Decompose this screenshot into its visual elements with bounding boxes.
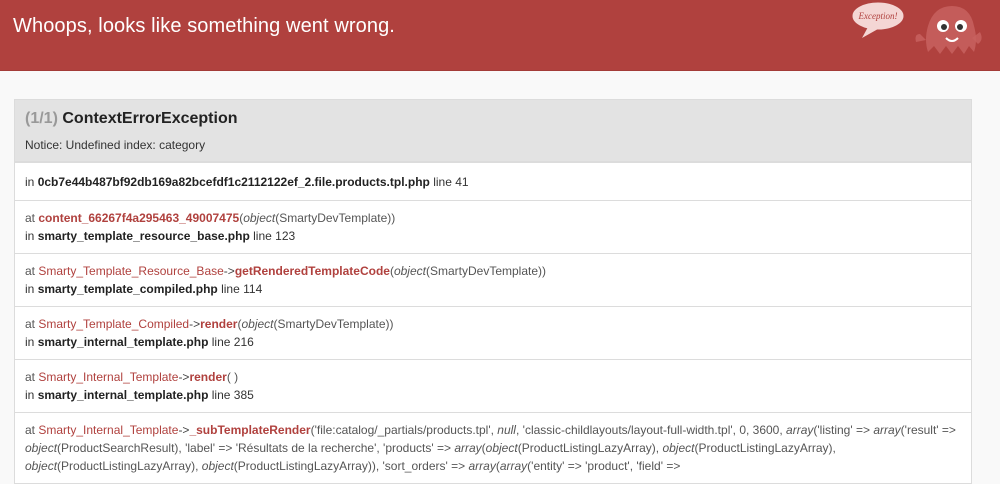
trace-call: at content_66267f4a295463_49007475(objec… xyxy=(25,209,961,227)
args-keyword: object xyxy=(201,459,234,473)
args-close: ) xyxy=(542,264,547,278)
exception-message: Notice: Undefined index: category xyxy=(25,138,206,152)
in-label: in xyxy=(25,229,35,243)
arrow-operator: -> xyxy=(189,317,201,331)
trace-function[interactable]: _subTemplateRender xyxy=(189,423,310,437)
at-label: at xyxy=(25,264,36,278)
trace-location: in smarty_internal_template.php line 216 xyxy=(25,333,961,351)
trace-function[interactable]: content_66267f4a295463_49007475 xyxy=(38,211,239,225)
args-empty: ( ) xyxy=(226,370,239,384)
args-close: ) xyxy=(391,211,396,225)
trace-row: at Smarty_Internal_Template->render( ) i… xyxy=(15,359,971,412)
arrow-operator: -> xyxy=(178,423,190,437)
args-keyword: array xyxy=(786,423,814,437)
arg-class: (SmartyDevTemplate) xyxy=(425,264,543,278)
trace-row: at Smarty_Template_Resource_Base->getRen… xyxy=(15,253,971,306)
at-label: at xyxy=(25,317,36,331)
arg-type: object xyxy=(393,264,426,278)
at-label: at xyxy=(25,211,36,225)
speech-bubble-icon: Exception! xyxy=(851,1,905,38)
arrow-operator: -> xyxy=(223,264,235,278)
args-keyword: object xyxy=(662,441,695,455)
ghost-icon: Exception! xyxy=(851,1,982,54)
ghost-body xyxy=(915,6,982,54)
trace-row: at Smarty_Internal_Template->_subTemplat… xyxy=(15,412,971,483)
trace-line: line 216 xyxy=(211,335,254,349)
trace-class[interactable]: Smarty_Template_Compiled xyxy=(38,317,189,331)
exception-class: ContextErrorException xyxy=(62,110,238,127)
trace-row: at content_66267f4a295463_49007475(objec… xyxy=(15,200,971,253)
args-text: ('entity' => 'product', 'field' => xyxy=(527,459,681,473)
trace-class[interactable]: Smarty_Template_Resource_Base xyxy=(38,264,223,278)
trace-call: at Smarty_Internal_Template->_subTemplat… xyxy=(25,421,961,475)
at-label: at xyxy=(25,423,36,437)
trace-file: 0cb7e44b487bf92db169a82bcefdf1c2112122ef… xyxy=(37,175,430,189)
exception-count: (1/1) xyxy=(25,110,58,127)
args-keyword: object xyxy=(25,441,58,455)
trace-line: line 123 xyxy=(253,229,296,243)
args-text: (ProductSearchResult), 'label' => 'Résul… xyxy=(57,441,455,455)
args-text: (ProductListingLazyArray), xyxy=(694,441,836,455)
trace-location: in smarty_internal_template.php line 385 xyxy=(25,386,961,404)
trace-call: at Smarty_Template_Compiled->render(obje… xyxy=(25,315,961,333)
trace-file: smarty_internal_template.php xyxy=(37,335,209,349)
args-text: ('result' => xyxy=(900,423,956,437)
trace-row: at Smarty_Template_Compiled->render(obje… xyxy=(15,306,971,359)
arg-class: (SmartyDevTemplate) xyxy=(273,317,390,331)
arrow-operator: -> xyxy=(178,370,190,384)
trace-class[interactable]: Smarty_Internal_Template xyxy=(38,423,178,437)
exception-block: (1/1) ContextErrorException Notice: Unde… xyxy=(14,99,972,484)
args-keyword: null xyxy=(497,423,516,437)
exception-container: (1/1) ContextErrorException Notice: Unde… xyxy=(0,71,1000,484)
args-text: ('listing' => xyxy=(813,423,870,437)
in-label: in xyxy=(25,388,35,402)
trace-location: in smarty_template_compiled.php line 114 xyxy=(25,280,961,298)
args-keyword: array xyxy=(468,459,496,473)
args-text: (ProductListingLazyArray)), 'sort_orders… xyxy=(233,459,469,473)
page-title: Whoops, looks like something went wrong. xyxy=(13,15,395,37)
args-keyword: array xyxy=(873,423,901,437)
at-label: at xyxy=(25,370,36,384)
in-label: in xyxy=(25,175,35,189)
args-text: , 'classic-childlayouts/layout-full-widt… xyxy=(515,423,787,437)
trace-row: in 0cb7e44b487bf92db169a82bcefdf1c211212… xyxy=(15,162,971,200)
speech-text: Exception! xyxy=(858,11,898,21)
args-keyword: object xyxy=(485,441,518,455)
error-header: Whoops, looks like something went wrong.… xyxy=(0,0,1000,71)
trace-function[interactable]: render xyxy=(200,317,237,331)
exception-title: (1/1) ContextErrorException xyxy=(25,110,961,128)
in-label: in xyxy=(25,335,35,349)
trace-file: smarty_internal_template.php xyxy=(37,388,209,402)
trace-location: in smarty_template_resource_base.php lin… xyxy=(25,227,961,245)
trace-line: line 41 xyxy=(433,175,469,189)
trace-file: smarty_template_compiled.php xyxy=(37,282,218,296)
trace-class[interactable]: Smarty_Internal_Template xyxy=(38,370,178,384)
arg-class: (SmartyDevTemplate) xyxy=(275,211,392,225)
trace-function[interactable]: getRenderedTemplateCode xyxy=(235,264,390,278)
args-keyword: array xyxy=(499,459,528,473)
arg-type: object xyxy=(241,317,274,331)
trace-line: line 114 xyxy=(221,282,263,296)
trace-call: at Smarty_Internal_Template->render( ) xyxy=(25,368,961,386)
arg-type: object xyxy=(243,211,276,225)
trace-file: smarty_template_resource_base.php xyxy=(37,229,250,243)
args-close: ) xyxy=(389,317,394,331)
trace-function[interactable]: render xyxy=(189,370,226,384)
args-text: ('file:catalog/_partials/products.tpl', xyxy=(310,423,498,437)
args-keyword: object xyxy=(25,459,58,473)
args-text: (ProductListingLazyArray), xyxy=(57,459,202,473)
exception-summary: (1/1) ContextErrorException Notice: Unde… xyxy=(15,100,971,162)
trace-call: at Smarty_Template_Resource_Base->getRen… xyxy=(25,262,961,280)
args-keyword: array xyxy=(454,441,482,455)
trace-line: line 385 xyxy=(211,388,254,402)
in-label: in xyxy=(25,282,35,296)
args-text: (ProductListingLazyArray), xyxy=(517,441,660,455)
